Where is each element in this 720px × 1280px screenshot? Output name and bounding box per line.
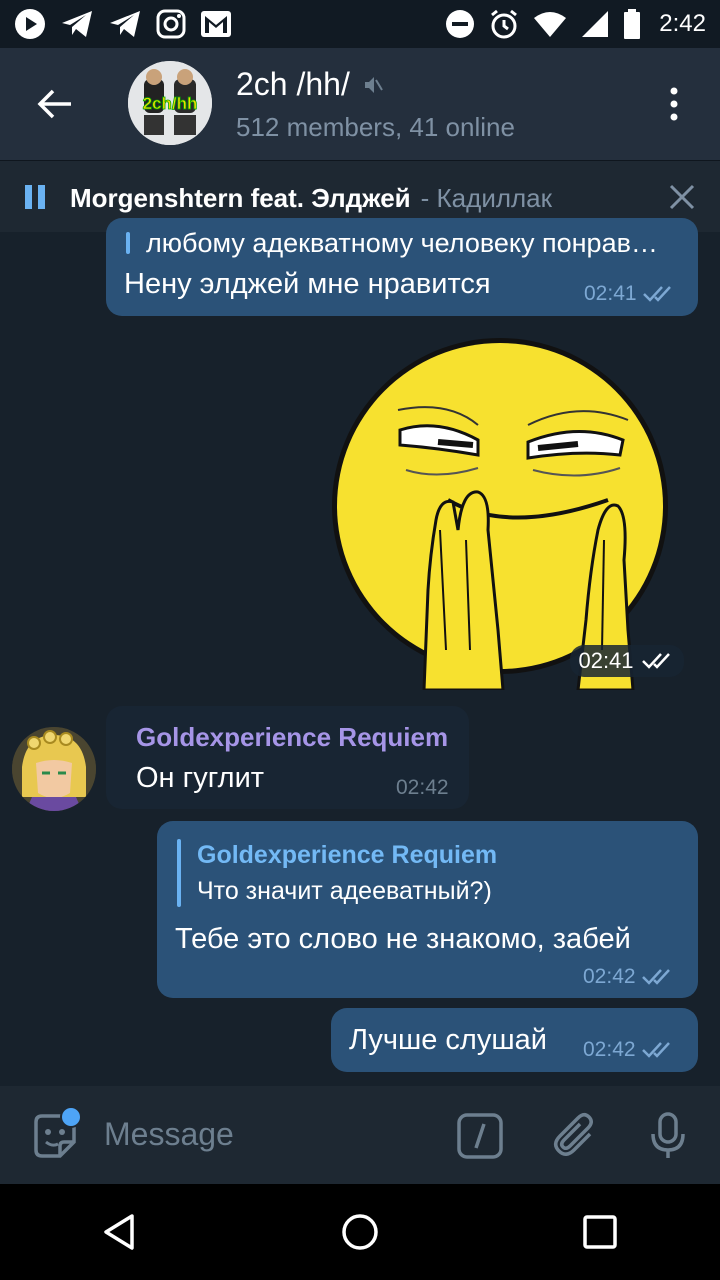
message-bubble-incoming[interactable]: Goldexperience Requiem Он гуглит 02:42: [106, 706, 469, 809]
pause-button[interactable]: [24, 185, 48, 209]
nav-back-icon[interactable]: [100, 1212, 140, 1252]
quoted-text: любому адекватному человеку понрав…: [146, 228, 658, 258]
slash-command-icon: [457, 1113, 503, 1159]
message-text: Нену элджей мне нравится: [124, 268, 491, 300]
sticker-button[interactable]: [30, 1106, 82, 1160]
alarm-icon: [491, 9, 518, 39]
instagram-icon: [156, 9, 186, 39]
dnd-icon: [446, 10, 475, 38]
microphone-icon: [651, 1112, 685, 1158]
track-artist: Morgenshtern feat. Элджей: [70, 183, 411, 213]
group-avatar[interactable]: 2ch/hh: [128, 61, 212, 145]
message-meta: 02:42: [583, 1038, 676, 1062]
message-time: 02:42: [583, 1038, 636, 1061]
bot-commands-button[interactable]: [456, 1112, 504, 1160]
chat-title-text: 2ch /hh/: [236, 66, 350, 102]
reply-sender-name[interactable]: Goldexperience Requiem: [197, 841, 497, 870]
system-nav-bar: [0, 1184, 720, 1280]
message-bubble-outgoing[interactable]: любому адекватному человеку понрав… Нену…: [106, 218, 698, 316]
track-title: - Кадиллак: [420, 183, 553, 213]
message-text: Тебе это слово не знакомо, забей: [175, 923, 631, 955]
paperclip-icon: [554, 1113, 593, 1156]
telegram-icon: [110, 11, 140, 37]
chat-title[interactable]: 2ch /hh/: [236, 66, 384, 103]
read-checks-icon: [641, 1042, 670, 1058]
reply-bar: [177, 839, 181, 907]
sender-name[interactable]: Goldexperience Requiem: [136, 722, 448, 753]
message-time: 02:42: [583, 965, 636, 988]
quote-bar: [126, 232, 130, 254]
pause-icon: [25, 185, 45, 209]
system-icons: 2:42: [445, 9, 706, 39]
message-bubble-outgoing[interactable]: Лучше слушай 02:42: [331, 1008, 698, 1072]
message-composer: [0, 1086, 720, 1184]
notification-dot-icon: [60, 1106, 82, 1128]
arrow-back-icon: [37, 89, 71, 119]
telegram-icon: [62, 11, 92, 37]
message-bubble-outgoing[interactable]: Goldexperience Requiem Что значит адеева…: [157, 821, 698, 998]
more-vert-icon: [670, 87, 678, 121]
reply-preview-text: Что значит адееватный?): [197, 877, 492, 905]
smug-face-sticker[interactable]: [328, 330, 672, 692]
read-checks-icon: [641, 969, 670, 985]
chat-subtitle: 512 members, 41 online: [236, 112, 515, 142]
chat-header: 2ch/hh 2ch /hh/ 512 members, 41 online: [0, 48, 720, 160]
message-meta: 02:42: [583, 965, 676, 989]
read-checks-icon: [641, 653, 670, 669]
message-text: Он гуглит: [136, 762, 265, 794]
close-player-button[interactable]: [668, 183, 696, 211]
muted-icon: [364, 76, 383, 93]
notification-icons: [14, 8, 232, 40]
read-checks-icon: [642, 286, 671, 302]
message-time: 02:42: [396, 776, 449, 799]
back-button[interactable]: [0, 48, 110, 160]
play-icon: [15, 9, 45, 39]
message-meta: 02:42: [396, 776, 449, 800]
message-input[interactable]: [104, 1116, 424, 1153]
now-playing[interactable]: Morgenshtern feat. Элджей - Кадиллак: [70, 183, 552, 214]
battery-icon: [624, 9, 641, 39]
more-menu-button[interactable]: [664, 86, 684, 122]
message-time: 02:41: [578, 648, 634, 673]
message-meta: 02:41: [584, 282, 677, 306]
signal-icon: [582, 11, 609, 37]
nav-home-icon[interactable]: [340, 1212, 380, 1252]
nav-recents-icon[interactable]: [580, 1212, 620, 1252]
gmail-icon: [201, 11, 231, 37]
message-text: Лучше слушай: [349, 1024, 547, 1056]
voice-record-button[interactable]: [644, 1112, 692, 1160]
sticker-meta: 02:41: [570, 645, 684, 677]
status-bar: 2:42: [0, 0, 720, 48]
sender-avatar[interactable]: [12, 727, 96, 811]
message-time: 02:41: [584, 282, 637, 305]
clock: 2:42: [659, 10, 706, 37]
wifi-icon: [534, 12, 567, 37]
attach-button[interactable]: [552, 1112, 600, 1160]
close-icon: [669, 184, 695, 210]
group-avatar-logo: 2ch/hh: [143, 94, 198, 113]
